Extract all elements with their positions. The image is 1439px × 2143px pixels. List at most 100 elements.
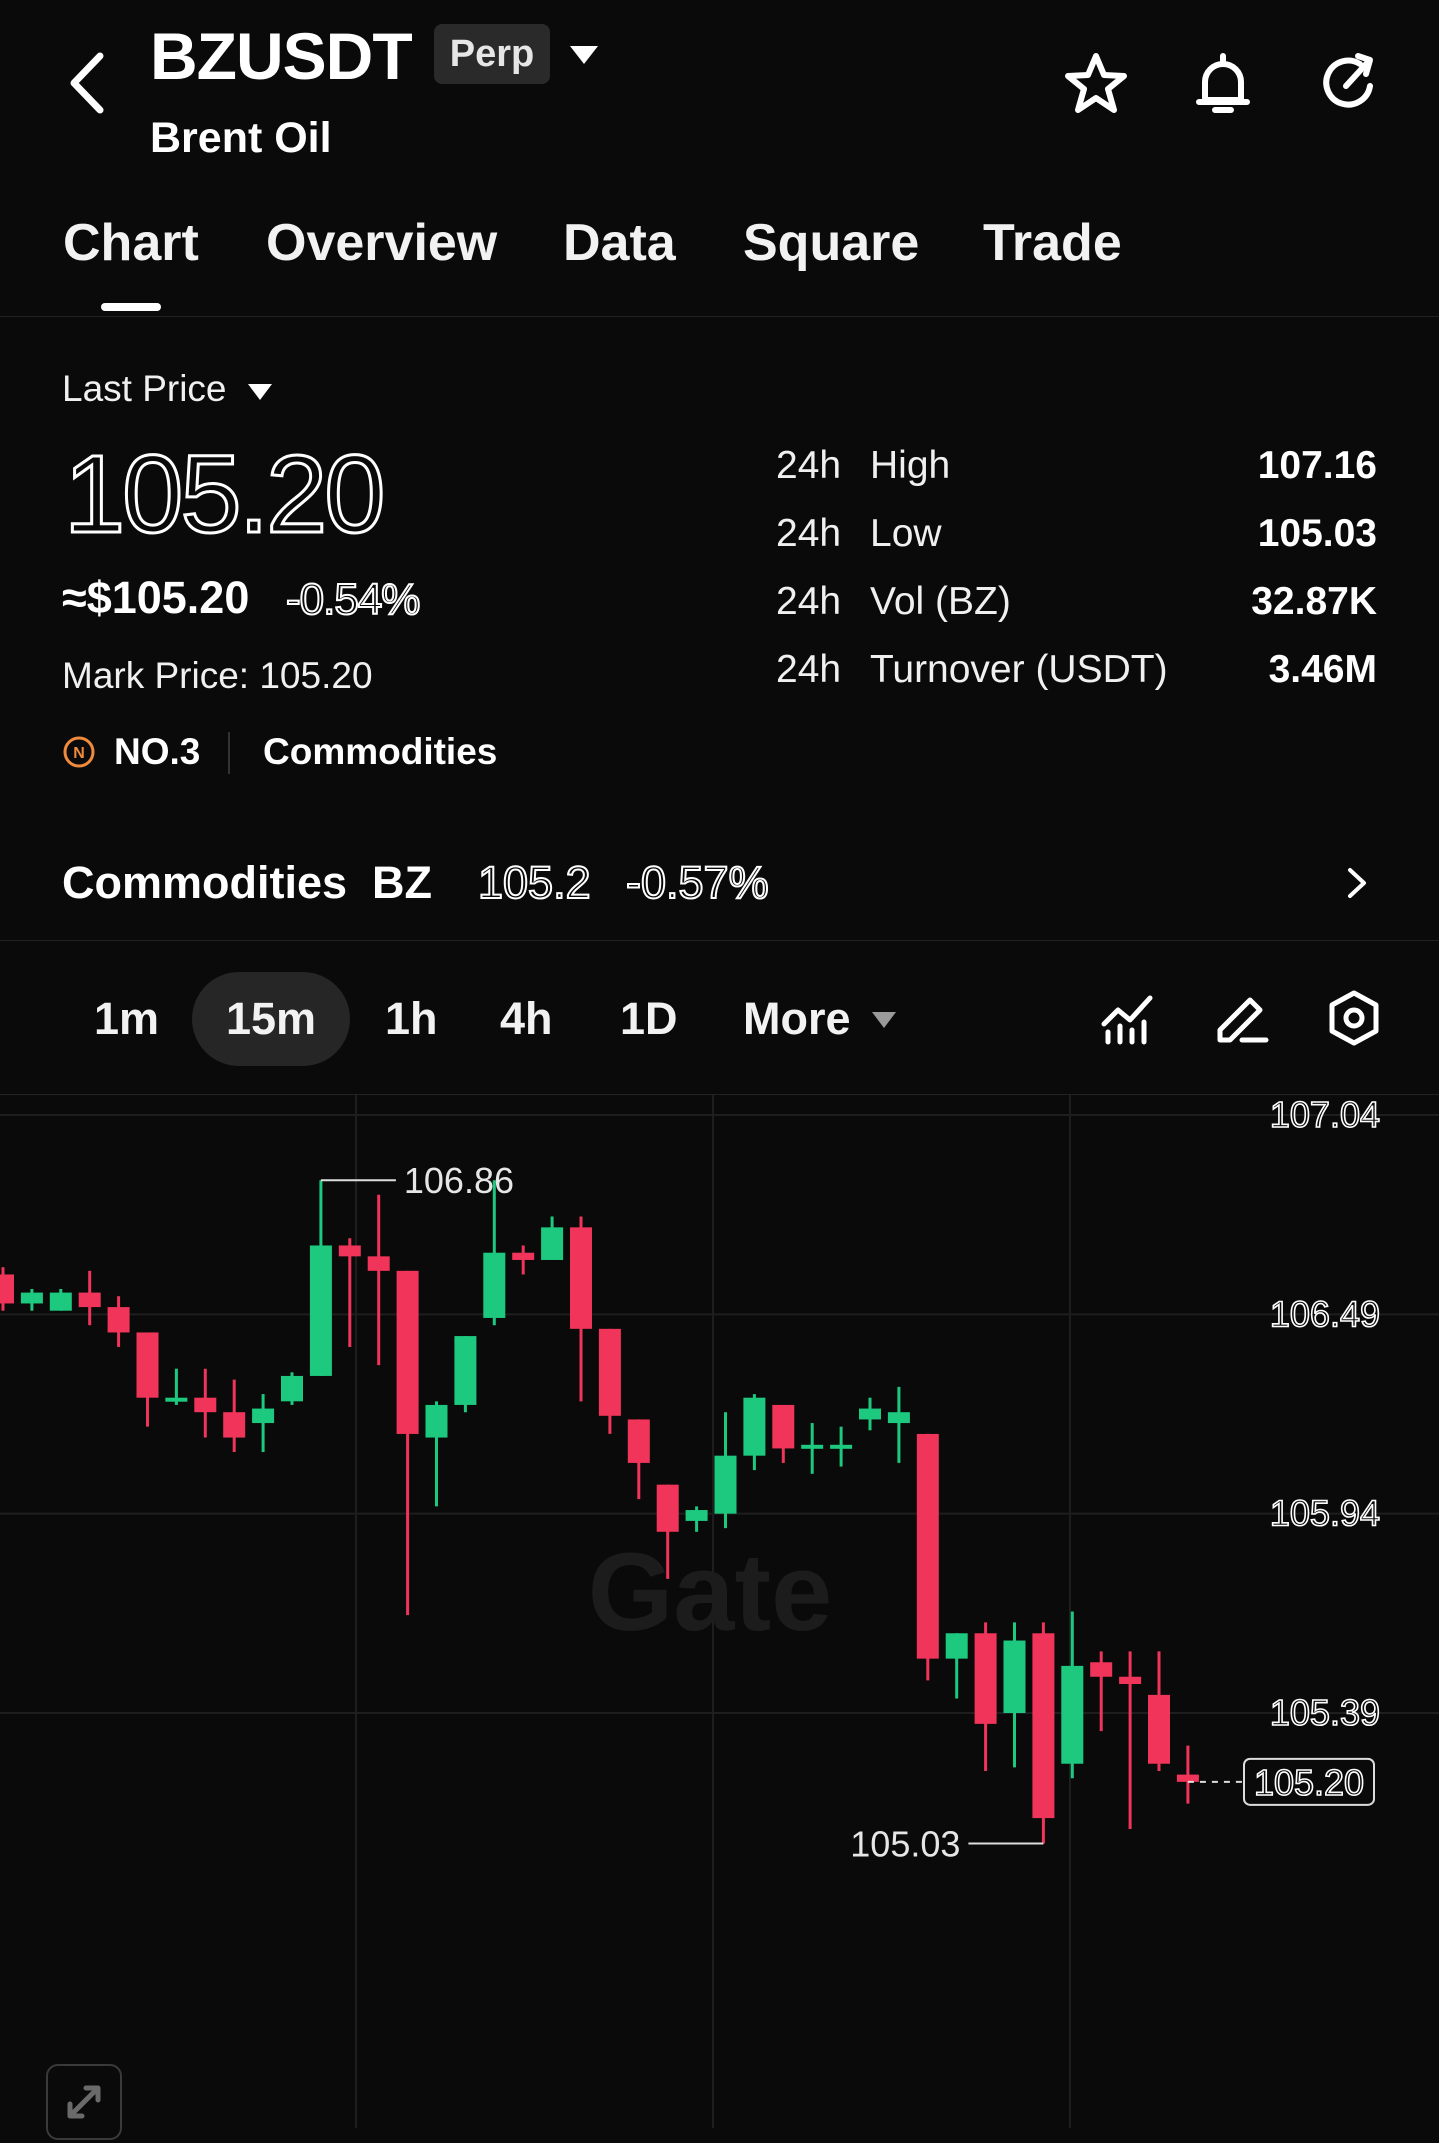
candle-body <box>801 1444 824 1449</box>
perp-badge: Perp <box>434 24 550 84</box>
rank-badge-icon: N <box>63 736 95 768</box>
stat-label-high: High <box>870 444 951 487</box>
candle-body <box>78 1292 101 1308</box>
stat-value-high: 107.16 <box>1257 444 1377 487</box>
candle-body <box>0 1274 14 1304</box>
tab-overview[interactable]: Overview <box>266 208 497 278</box>
tab-square[interactable]: Square <box>743 208 919 278</box>
stat-prefix: 24h <box>776 444 842 487</box>
y-axis-label: 106.49 <box>1270 1293 1380 1334</box>
caret-down-icon[interactable] <box>246 382 274 402</box>
stat-label-volume: Vol (BZ) <box>870 580 1011 623</box>
high-price-label: 106.86 <box>404 1160 514 1201</box>
stat-prefix: 24h <box>776 648 842 691</box>
bell-icon[interactable] <box>1187 48 1259 120</box>
approx-usd-price: ≈$105.20 <box>62 572 250 623</box>
last-price: 105.20 <box>62 432 386 558</box>
interval-1d[interactable]: 1D <box>620 972 678 1066</box>
candle-body <box>194 1397 217 1413</box>
interval-15m[interactable]: 15m <box>226 972 316 1066</box>
stat-value-volume: 32.87K <box>1251 580 1377 623</box>
mark-price: Mark Price: 105.20 <box>62 655 373 696</box>
candle-body <box>20 1292 43 1304</box>
candle-body <box>1119 1676 1142 1685</box>
commodity-price: 105.2 <box>477 856 592 909</box>
candle-body <box>859 1408 881 1420</box>
current-price-label: 105.20 <box>1254 1762 1364 1803</box>
commodity-change: -0.57% <box>625 856 770 909</box>
svg-text:N: N <box>73 745 85 762</box>
symbol-subtitle: Brent Oil <box>150 114 332 162</box>
stat-value-turnover: 3.46M <box>1268 648 1377 691</box>
chart-annotations: 106.86 105.03 105.20 <box>320 1160 1375 1864</box>
candle-body <box>598 1328 621 1416</box>
commodities-row-title[interactable]: Commodities <box>62 854 347 912</box>
candle-body <box>1032 1633 1055 1819</box>
tab-trade[interactable]: Trade <box>983 208 1122 278</box>
price-change-percent: -0.54% <box>285 574 421 625</box>
last-price-selector[interactable]: Last Price <box>62 366 227 412</box>
candle-body <box>1003 1640 1026 1713</box>
symbol-title[interactable]: BZUSDT <box>150 18 413 94</box>
hexagon-settings-icon[interactable] <box>1324 988 1384 1048</box>
indicator-chart-icon[interactable] <box>1098 988 1158 1048</box>
tab-chart[interactable]: Chart <box>63 208 199 278</box>
candle-body <box>49 1292 72 1311</box>
y-axis-ticks: 107.04 106.49 105.94 105.39 <box>1269 1095 1381 1734</box>
candle-body <box>1090 1662 1113 1677</box>
candle-body <box>512 1252 535 1260</box>
chevron-right-icon[interactable] <box>1344 864 1370 902</box>
stat-prefix: 24h <box>776 580 842 623</box>
candle-body <box>945 1633 968 1659</box>
candle-body <box>743 1397 766 1456</box>
candle-body <box>107 1307 130 1333</box>
candle-body <box>1176 1774 1199 1782</box>
candle-body <box>656 1484 679 1532</box>
pencil-icon[interactable] <box>1212 988 1272 1048</box>
back-chevron-icon[interactable] <box>62 48 112 118</box>
active-tab-indicator <box>101 303 161 311</box>
interval-4h[interactable]: 4h <box>500 972 553 1066</box>
category-tag[interactable]: Commodities <box>263 728 497 776</box>
caret-down-icon[interactable] <box>870 1010 898 1030</box>
y-axis-label: 105.39 <box>1270 1692 1380 1733</box>
share-refresh-icon[interactable] <box>1312 48 1384 120</box>
candle-body <box>252 1408 275 1424</box>
candle-body <box>454 1336 477 1405</box>
candle-body <box>338 1245 361 1257</box>
y-axis-label: 107.04 <box>1270 1095 1380 1135</box>
candle-body <box>1148 1694 1170 1764</box>
stat-label-low: Low <box>870 512 942 555</box>
main-tabs: Chart Overview Data Square Trade <box>0 208 1439 317</box>
interval-more[interactable]: More <box>743 972 851 1066</box>
candle-body <box>425 1404 448 1438</box>
divider <box>0 940 1439 941</box>
candle-body <box>714 1455 737 1514</box>
interval-1m[interactable]: 1m <box>94 972 159 1066</box>
tab-data[interactable]: Data <box>563 208 676 278</box>
y-axis-label: 105.94 <box>1270 1493 1380 1534</box>
expand-button[interactable] <box>46 2064 122 2140</box>
candle-body <box>772 1404 795 1449</box>
stat-label-turnover: Turnover (USDT) <box>870 648 1168 691</box>
candles <box>0 1180 1199 1844</box>
candle-body <box>483 1252 506 1318</box>
candle-body <box>136 1332 159 1398</box>
stat-prefix: 24h <box>776 512 842 555</box>
low-price-label: 105.03 <box>850 1823 960 1864</box>
candle-body <box>830 1444 853 1449</box>
divider <box>228 732 230 774</box>
candlestick-chart[interactable]: Gate 107.04 106.49 105.94 105.39 106.86 105.… <box>0 1095 1439 2128</box>
candle-body <box>1061 1665 1084 1764</box>
caret-down-icon[interactable] <box>568 44 600 68</box>
star-icon[interactable] <box>1060 48 1132 120</box>
candle-body <box>685 1510 708 1521</box>
interval-1h[interactable]: 1h <box>385 972 438 1066</box>
candle-body <box>541 1227 564 1260</box>
candle-body <box>916 1433 939 1659</box>
candle-body <box>570 1227 592 1329</box>
candle-body <box>887 1412 910 1424</box>
rank-label[interactable]: NO.3 <box>114 728 200 776</box>
candle-body <box>974 1633 997 1724</box>
candle-body <box>367 1256 390 1271</box>
